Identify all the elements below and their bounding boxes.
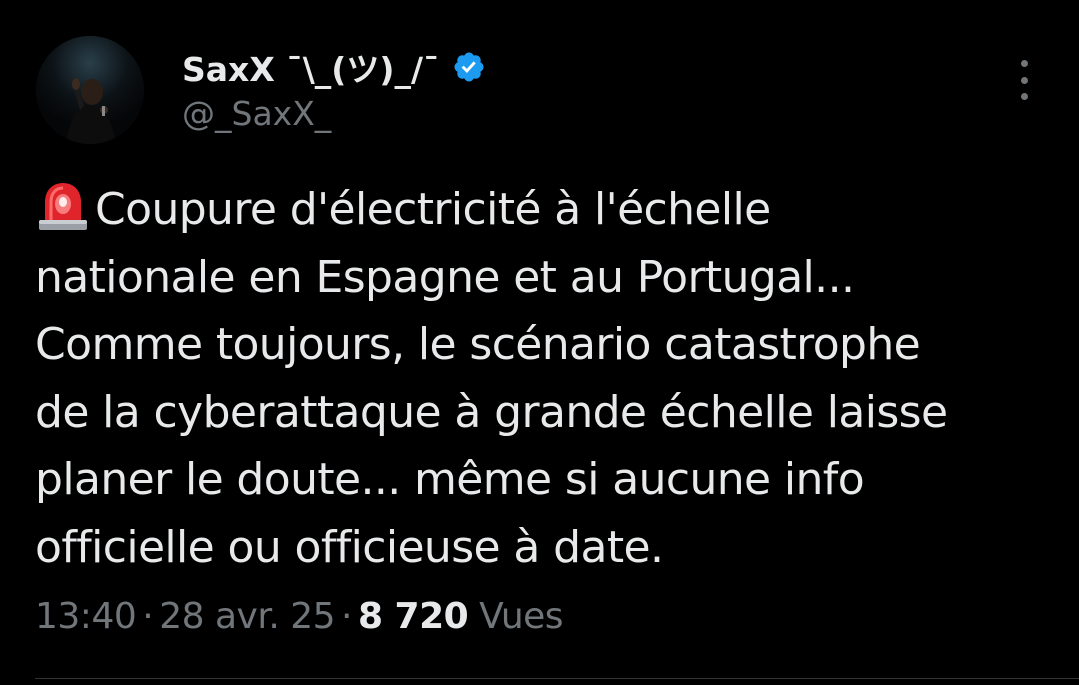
- author-display-name[interactable]: SaxX ¯\_(ツ)_/¯: [182, 43, 440, 91]
- meta-separator: ·: [341, 596, 352, 637]
- meta-separator: ·: [142, 596, 154, 637]
- tweet-text-line-0: Coupure d'électricité à l'échelle: [95, 184, 771, 235]
- author-handle[interactable]: @_SaxX_: [182, 94, 486, 133]
- tweet-text-line-3: de la cyberattaque à grande échelle lais…: [35, 386, 948, 438]
- tweet: SaxX ¯\_(ツ)_/¯ @_SaxX_ Coupure d'électri…: [0, 0, 1079, 685]
- siren-icon: [39, 183, 87, 230]
- views-label: Vues: [479, 596, 564, 637]
- tweet-text-line: Coupure d'électricité à l'échelle: [35, 176, 1045, 244]
- tweet-time[interactable]: 13:40: [35, 596, 137, 637]
- more-dot-icon: [1020, 93, 1028, 100]
- tweet-text-line-2: Comme toujours, le scénario catastrophe: [35, 319, 921, 370]
- tweet-date[interactable]: 28 avr. 25: [159, 596, 335, 637]
- avatar-image: [36, 36, 144, 144]
- more-dot-icon: [1020, 76, 1028, 84]
- tweet-text-line-4: planer le doute... même si aucune info: [35, 454, 865, 505]
- display-name-row: SaxX ¯\_(ツ)_/¯: [182, 44, 486, 90]
- tweet-text: Coupure d'électricité à l'échelle nation…: [35, 176, 1045, 581]
- author-header: SaxX ¯\_(ツ)_/¯ @_SaxX_: [182, 44, 486, 133]
- avatar[interactable]: [36, 36, 144, 144]
- more-options-button[interactable]: [1008, 60, 1040, 100]
- tweet-text-line-1: nationale en Espagne et au Portugal...: [35, 251, 855, 303]
- more-dot-icon: [1020, 60, 1028, 67]
- tweet-text-line-5: officielle ou officieuse à date.: [35, 521, 664, 573]
- views-count[interactable]: 8 720: [358, 596, 469, 637]
- verified-badge-icon[interactable]: [452, 50, 486, 84]
- divider: [35, 678, 1079, 679]
- tweet-metadata: 13:40 · 28 avr. 25 · 8 720 Vues: [35, 596, 564, 637]
